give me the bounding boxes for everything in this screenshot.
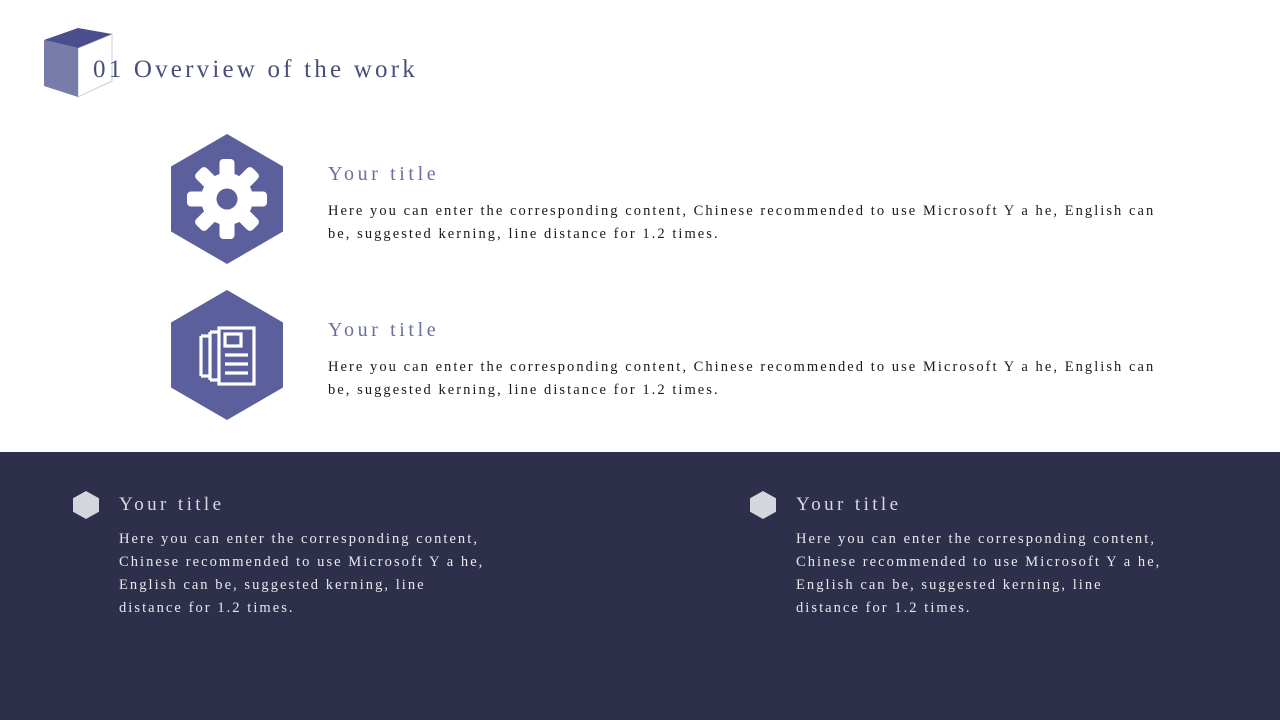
dark-panel: Your title Here you can enter the corres…	[0, 452, 1280, 720]
panel-heading: Your title	[749, 490, 1149, 520]
slide-header: 01 Overview of the work	[0, 0, 1280, 120]
panel-heading: Your title	[72, 490, 472, 520]
hexagon-bullet-icon	[749, 490, 777, 520]
panel-column-right: Your title Here you can enter the corres…	[749, 490, 1159, 620]
feature-row: Your title Here you can enter the corres…	[168, 132, 1168, 266]
panel-column-left: Your title Here you can enter the corres…	[72, 490, 482, 620]
hexagon-bullet-icon	[72, 490, 100, 520]
feature-title: Your title	[328, 163, 440, 185]
documents-icon	[168, 288, 286, 422]
panel-title: Your title	[796, 494, 902, 515]
slide-canvas: 01 Overview of the work Your title Here …	[0, 0, 1280, 720]
feature-title: Your title	[328, 319, 440, 341]
feature-text-block: Your title Here you can enter the corres…	[328, 288, 1168, 402]
panel-body: Here you can enter the corresponding con…	[796, 531, 1162, 616]
page-title: 01 Overview of the work	[93, 56, 418, 83]
feature-row: Your title Here you can enter the corres…	[168, 288, 1168, 422]
feature-text-block: Your title Here you can enter the corres…	[328, 132, 1168, 246]
panel-body: Here you can enter the corresponding con…	[119, 531, 485, 616]
gear-icon	[168, 132, 286, 266]
feature-body: Here you can enter the corresponding con…	[328, 359, 1156, 398]
panel-title: Your title	[119, 494, 225, 515]
feature-body: Here you can enter the corresponding con…	[328, 203, 1156, 242]
